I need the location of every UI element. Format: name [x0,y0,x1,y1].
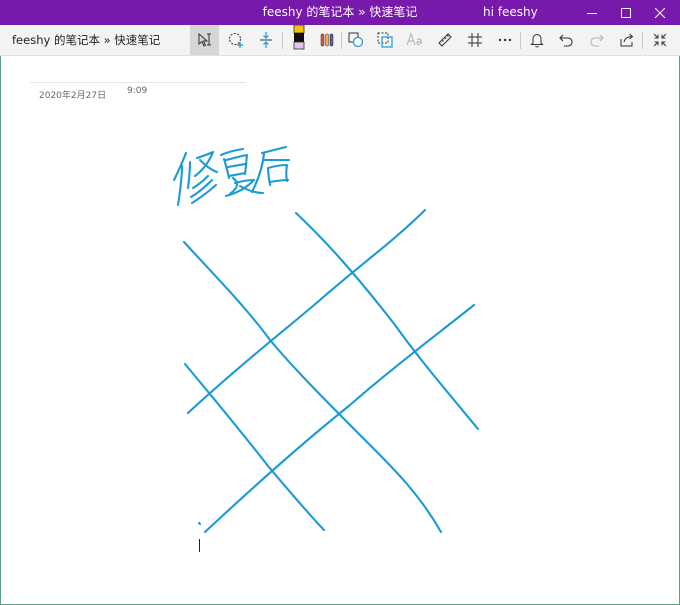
ink-stroke [226,162,247,169]
ink-stroke [197,521,202,526]
ink-stroke [219,147,245,157]
ink-stroke [266,163,289,183]
text-caret [199,539,200,552]
ink-stroke [260,145,288,155]
ink-stroke [203,303,476,534]
ink-stroke [224,178,256,198]
ink-stroke [183,362,326,532]
ink-stroke [172,151,188,182]
ink-stroke [250,151,266,194]
ink-stroke [227,171,247,178]
ink-stroke [268,178,290,184]
ink-drawing[interactable] [0,0,680,605]
ink-stroke [186,208,427,415]
ink-stroke [222,157,231,180]
ink-stroke [186,160,192,190]
ink-stroke [182,240,443,534]
